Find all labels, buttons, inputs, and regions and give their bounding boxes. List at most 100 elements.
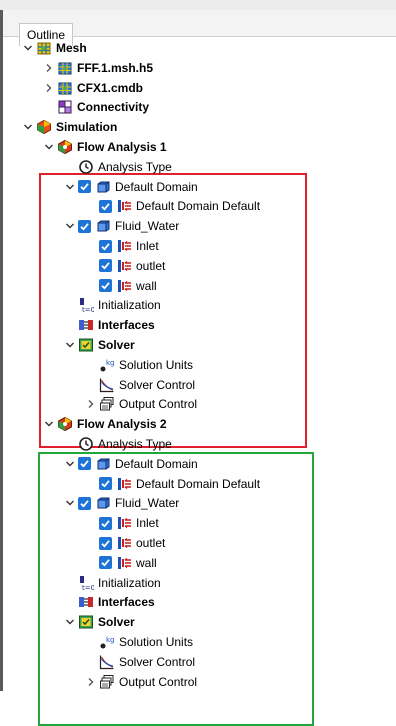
tree-item-fa2-wall[interactable]: wall bbox=[83, 553, 396, 573]
checkbox-checked[interactable] bbox=[78, 457, 91, 471]
chevron-down-icon[interactable] bbox=[62, 612, 78, 632]
tree-item-label: Flow Analysis 2 bbox=[77, 417, 167, 432]
boundary-icon bbox=[116, 198, 132, 214]
tree-item-fa2-outlet[interactable]: outlet bbox=[83, 533, 396, 553]
outline-tree: Mesh FFF.1.msh.h5 CFX1.cmdb Connectivity Sim… bbox=[3, 37, 396, 726]
tree-item-simulation[interactable]: Simulation bbox=[20, 117, 396, 137]
solver-control-icon bbox=[99, 377, 115, 393]
mesh-file-icon bbox=[57, 80, 73, 96]
tree-item-fa2-initialization[interactable]: t=0 Initialization bbox=[62, 573, 396, 593]
tree-item-label: wall bbox=[136, 278, 157, 293]
tree-item-fa2-fluid-water[interactable]: Fluid_Water bbox=[62, 493, 396, 513]
solver-control-icon bbox=[99, 654, 115, 670]
chevron-down-icon[interactable] bbox=[20, 38, 36, 58]
tree-item-fa2-default-domain-default[interactable]: Default Domain Default bbox=[83, 474, 396, 494]
outline-tab-bar: Outline bbox=[3, 10, 396, 46]
tree-item-fff-msh[interactable]: FFF.1.msh.h5 bbox=[41, 58, 396, 78]
tree-item-flow-analysis-1[interactable]: Flow Analysis 1 bbox=[41, 137, 396, 157]
boundary-icon bbox=[116, 476, 132, 492]
tree-item-label: Analysis Type bbox=[98, 437, 172, 451]
tree-item-fa1-initialization[interactable]: t=0 Initialization bbox=[62, 295, 396, 315]
tree-item-label: Inlet bbox=[136, 516, 159, 531]
output-control-icon bbox=[99, 396, 115, 412]
chevron-right-icon[interactable] bbox=[83, 394, 99, 414]
chevron-right-icon[interactable] bbox=[41, 78, 57, 98]
tree-item-fa2-solver-control[interactable]: Solver Control bbox=[83, 652, 396, 672]
tree-item-fa2-inlet[interactable]: Inlet bbox=[83, 513, 396, 533]
tree-item-fa1-solver-control[interactable]: Solver Control bbox=[83, 375, 396, 395]
tree-item-fa1-wall[interactable]: wall bbox=[83, 276, 396, 296]
tree-item-label: Analysis Type bbox=[98, 159, 172, 174]
connectivity-icon bbox=[57, 99, 73, 115]
tree-item-label: Solver bbox=[98, 615, 135, 630]
chevron-down-icon[interactable] bbox=[62, 216, 78, 236]
chevron-down-icon[interactable] bbox=[62, 177, 78, 197]
chevron-down-icon[interactable] bbox=[41, 137, 57, 157]
initialization-icon: t=0 bbox=[78, 575, 94, 591]
chevron-right-icon[interactable] bbox=[83, 672, 99, 692]
checkbox-checked[interactable] bbox=[99, 556, 112, 570]
tree-item-fa1-default-domain[interactable]: Default Domain bbox=[62, 177, 396, 197]
tree-item-fa2-solution-units[interactable]: kg Solution Units bbox=[83, 632, 396, 652]
checkbox-checked[interactable] bbox=[99, 239, 112, 253]
boundary-icon bbox=[116, 555, 132, 571]
chevron-down-icon[interactable] bbox=[62, 335, 78, 355]
domain-icon bbox=[95, 456, 111, 472]
chevron-down-icon[interactable] bbox=[41, 414, 57, 434]
tree-item-fa2-output-control[interactable]: Output Control bbox=[83, 672, 396, 692]
checkbox-checked[interactable] bbox=[99, 536, 112, 550]
chevron-down-icon[interactable] bbox=[20, 117, 36, 137]
chevron-down-icon[interactable] bbox=[62, 493, 78, 513]
tree-item-fa1-output-control[interactable]: Output Control bbox=[83, 394, 396, 414]
tree-item-connectivity[interactable]: Connectivity bbox=[41, 97, 396, 117]
svg-text:kg: kg bbox=[106, 359, 115, 367]
checkbox-checked[interactable] bbox=[99, 259, 112, 273]
checkbox-checked[interactable] bbox=[78, 180, 91, 194]
checkbox-checked[interactable] bbox=[78, 496, 91, 510]
tree-item-fa1-fluid-water[interactable]: Fluid_Water bbox=[62, 216, 396, 236]
tree-item-fa1-default-domain-default[interactable]: Default Domain Default bbox=[83, 196, 396, 216]
checkbox-checked[interactable] bbox=[78, 219, 91, 233]
tree-item-label: Output Control bbox=[119, 674, 198, 689]
checkbox-checked[interactable] bbox=[99, 516, 112, 530]
tree-item-label: Solution Units bbox=[119, 635, 194, 649]
chevron-down-icon[interactable] bbox=[62, 454, 78, 474]
tree-item-fa2-interfaces[interactable]: Interfaces bbox=[62, 592, 396, 612]
tree-item-fa1-interfaces[interactable]: Interfaces bbox=[62, 315, 396, 335]
tree-item-label: Flow Analysis 1 bbox=[77, 140, 167, 154]
tree-item-flow-analysis-2[interactable]: Flow Analysis 2 bbox=[41, 414, 396, 434]
tree-item-fa2-solver[interactable]: Solver bbox=[62, 612, 396, 632]
tree-item-fa1-solution-units[interactable]: kg Solution Units bbox=[83, 355, 396, 375]
tree-item-fa1-outlet[interactable]: outlet bbox=[83, 256, 396, 276]
checkbox-checked[interactable] bbox=[99, 279, 112, 293]
simulation-icon bbox=[36, 119, 52, 135]
chevron-right-icon[interactable] bbox=[41, 58, 57, 78]
tree-item-fa2-analysis-type[interactable]: Analysis Type bbox=[62, 434, 396, 454]
tree-item-mesh[interactable]: Mesh bbox=[20, 38, 396, 58]
tree-item-label: outlet bbox=[136, 258, 166, 273]
tree-item-cfx1-cmdb[interactable]: CFX1.cmdb bbox=[41, 78, 396, 98]
tree-item-fa1-inlet[interactable]: Inlet bbox=[83, 236, 396, 256]
checkbox-checked[interactable] bbox=[99, 477, 112, 491]
tree-item-fa2-default-domain[interactable]: Default Domain bbox=[62, 454, 396, 474]
tree-item-label: Default Domain Default bbox=[136, 199, 261, 214]
tree-item-fa1-analysis-type[interactable]: Analysis Type bbox=[62, 157, 396, 177]
interfaces-icon bbox=[78, 594, 94, 610]
checkbox-checked[interactable] bbox=[99, 199, 112, 213]
tree-item-fa1-solver[interactable]: Solver bbox=[62, 335, 396, 355]
tree-item-label: Output Control bbox=[119, 397, 198, 412]
interfaces-icon bbox=[78, 317, 94, 333]
initialization-icon: t=0 bbox=[78, 297, 94, 313]
